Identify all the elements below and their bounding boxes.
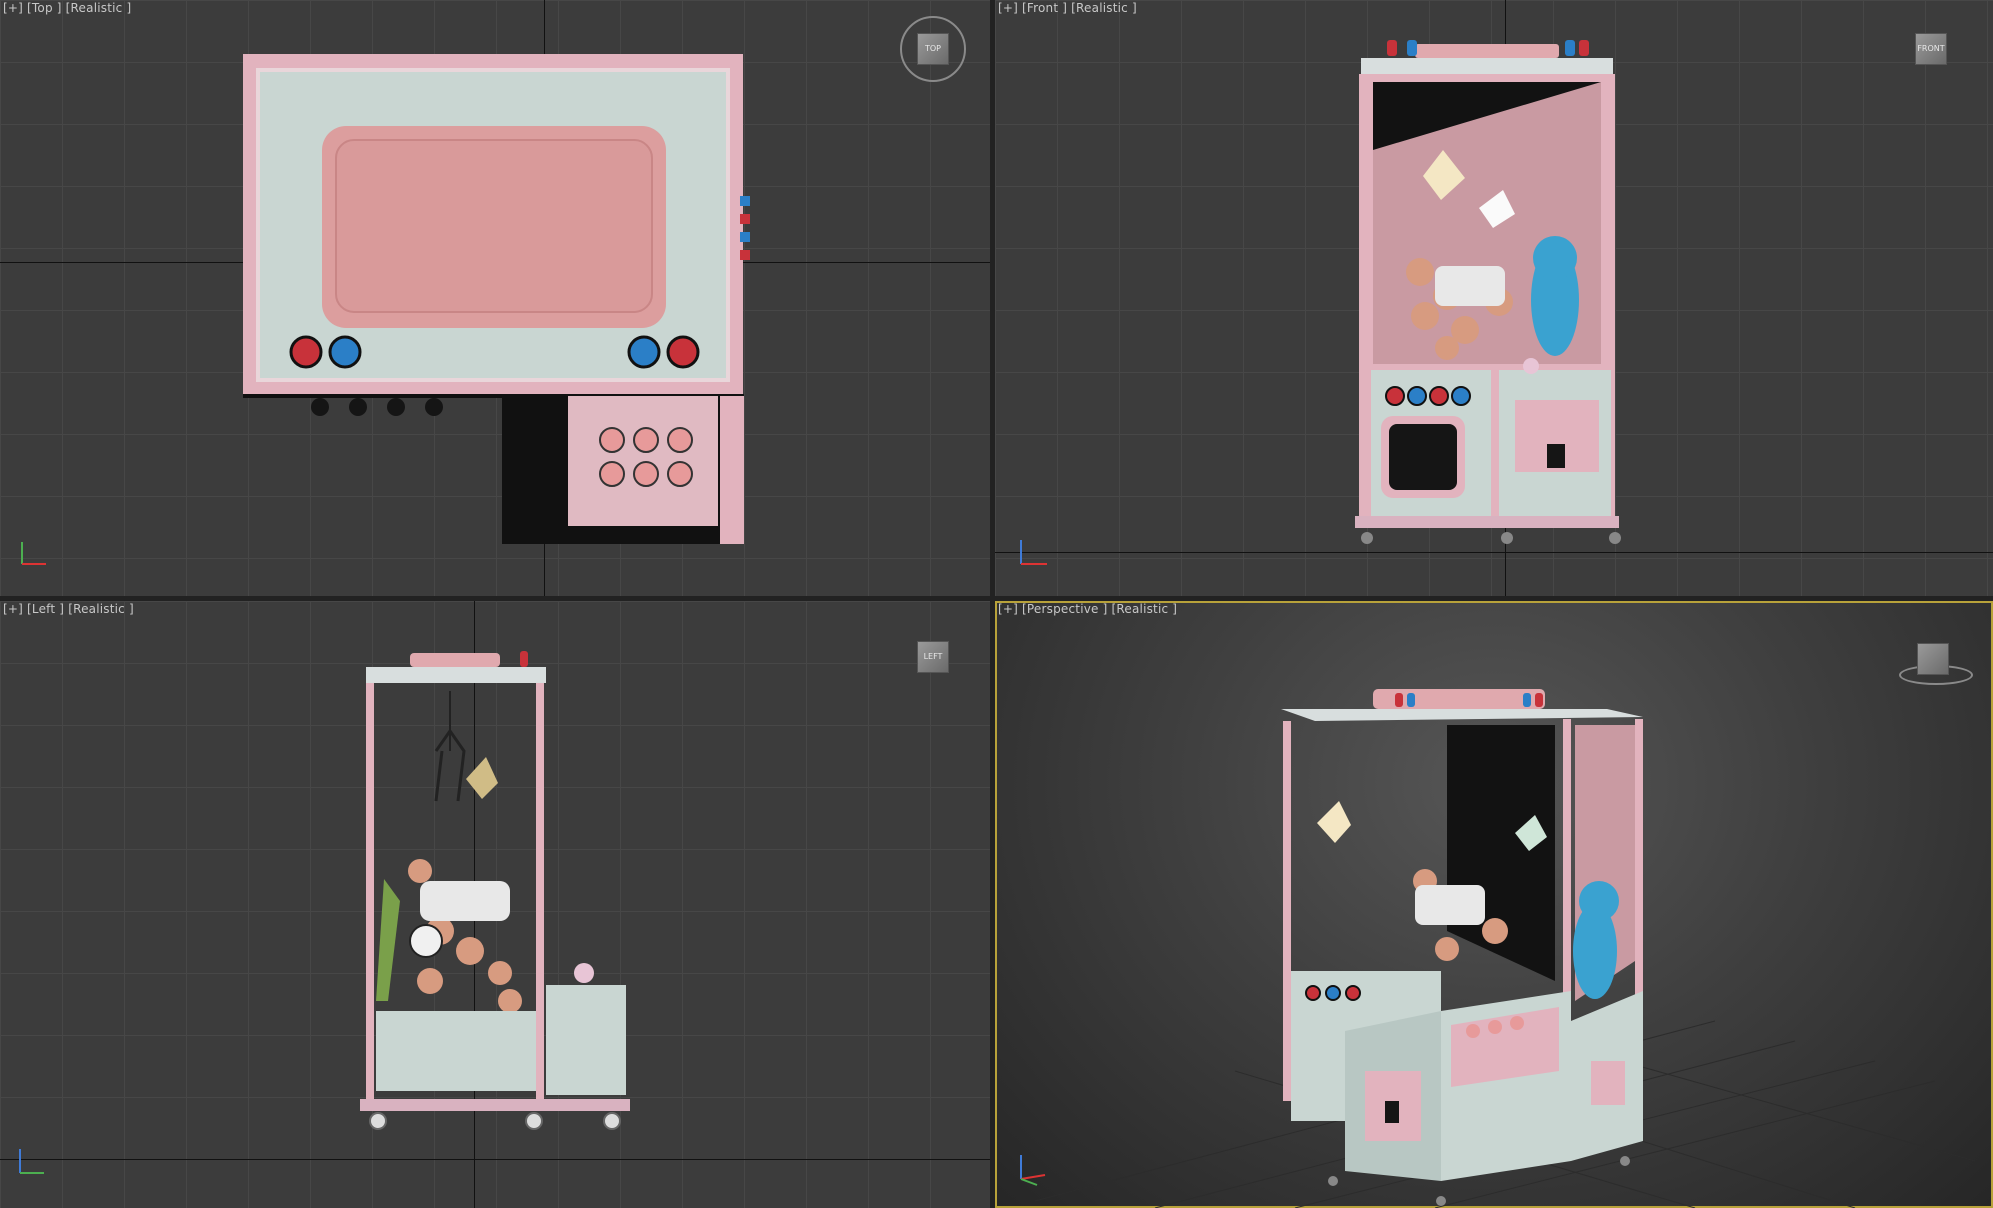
viewport-front[interactable]: [+] [Front ] [Realistic ] FRONT [995,0,1993,596]
claw-machine-front-view [1355,40,1621,544]
viewport-left[interactable]: [+] [Left ] [Realistic ] LEFT [0,601,990,1208]
claw-machine-perspective-view [1281,689,1643,1206]
viewport-divider-vertical[interactable] [990,0,995,1208]
viewport-perspective[interactable]: [+] [Perspective ] [Realistic ] [995,601,1993,1208]
claw-machine-top-view [243,54,750,544]
claw-machine-left-view [360,651,630,1130]
viewport-top[interactable]: [+] [Top ] [Realistic ] TOP [0,0,990,596]
viewport-divider-horizontal[interactable] [0,596,1993,601]
